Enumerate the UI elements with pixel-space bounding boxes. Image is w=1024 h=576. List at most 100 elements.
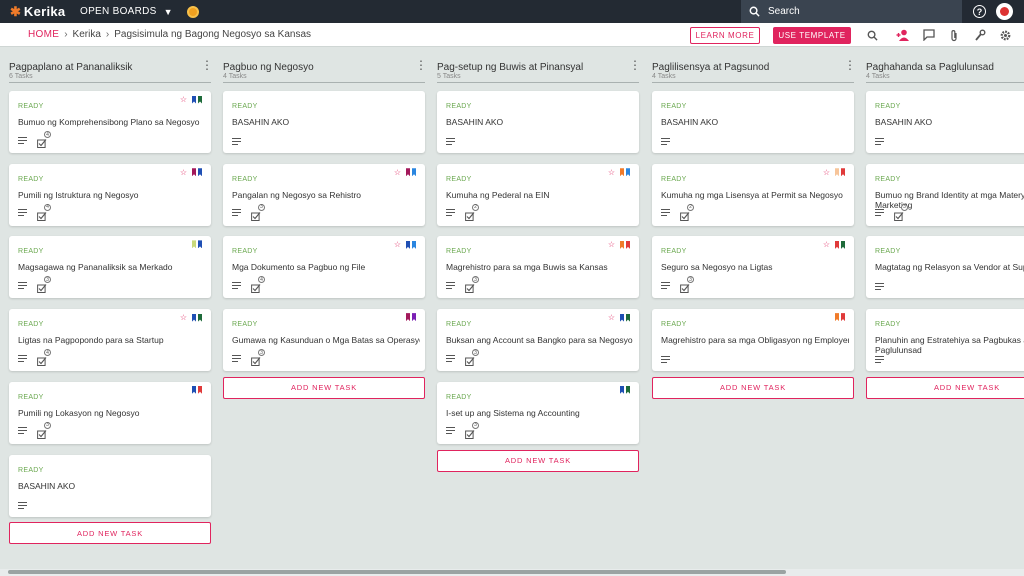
task-tags <box>833 313 845 322</box>
search-icon[interactable] <box>865 28 879 42</box>
add-new-task-button[interactable]: ADD NEW TASK <box>437 449 639 472</box>
star-icon[interactable]: ☆ <box>180 313 187 322</box>
star-icon[interactable]: ☆ <box>180 168 187 177</box>
chat-icon[interactable] <box>922 28 936 42</box>
task-status: READY <box>18 103 44 110</box>
tag-flag-icon <box>620 385 624 394</box>
add-new-task-button[interactable]: ADD NEW TASK <box>652 376 854 399</box>
checklist-count: 4 <box>44 349 51 357</box>
gear-icon[interactable] <box>998 28 1012 42</box>
checklist-icon: 3 <box>680 276 694 294</box>
column-menu-icon[interactable]: ⋮ <box>844 59 856 71</box>
add-new-task-button[interactable]: ADD NEW TASK <box>866 376 1024 399</box>
star-icon[interactable]: ☆ <box>608 168 615 177</box>
description-icon <box>446 354 455 362</box>
column-header[interactable]: Pagpaplano at Pananaliksik 6 Tasks ⋮ <box>9 57 213 83</box>
breadcrumb-item-board: Pagsisimula ng Bagong Negosyo sa Kansas <box>114 29 312 40</box>
task-footer: 3 <box>232 203 265 221</box>
task-card[interactable]: READY BASAHIN AKO <box>223 91 425 153</box>
task-card[interactable]: READY Magrehistro para sa mga Obligasyon … <box>652 309 854 372</box>
task-card[interactable]: READY Magsagawa ng Pananaliksik sa Merkad… <box>9 236 211 299</box>
task-card[interactable]: READY Pumili ng Lokasyon ng Negosyo 3 <box>9 381 211 444</box>
task-card[interactable]: READY Pumili ng Istruktura ng Negosyo ☆ 4 <box>9 163 211 226</box>
add-person-icon[interactable] <box>896 28 910 42</box>
checklist-count: 3 <box>901 203 908 211</box>
wrench-icon[interactable] <box>973 28 987 42</box>
task-footer: 3 <box>446 276 479 294</box>
board-column: Pagbuo ng Negosyo 4 Tasks ⋮ READY BASAHIN AK… <box>223 57 427 399</box>
column-task-count: 5 Tasks <box>437 73 461 80</box>
description-icon <box>18 501 27 509</box>
search-input[interactable]: Search <box>741 0 962 23</box>
task-footer: 3 <box>18 276 51 294</box>
star-icon[interactable]: ☆ <box>608 240 615 249</box>
help-icon[interactable]: ? <box>973 5 986 18</box>
breadcrumb-item-org[interactable]: Kerika <box>73 29 101 40</box>
status-sun-icon[interactable] <box>186 5 199 18</box>
checklist-icon: 3 <box>37 421 51 439</box>
add-new-task-button[interactable]: ADD NEW TASK <box>9 522 211 545</box>
star-icon[interactable]: ☆ <box>608 313 615 322</box>
task-card[interactable]: READY Magtatag ng Relasyon sa Vendor at S… <box>866 236 1024 299</box>
tag-flag-icon <box>412 313 416 322</box>
task-title: Magsagawa ng Pananaliksik sa Merkado <box>18 262 173 273</box>
use-template-button[interactable]: USE TEMPLATE <box>773 27 851 44</box>
chevron-down-icon: ▼ <box>163 6 173 17</box>
task-card[interactable]: READY Buksan ang Account sa Bangko para s… <box>437 309 639 372</box>
avatar-image <box>1000 7 1009 16</box>
tag-flag-icon <box>620 313 624 322</box>
task-card[interactable]: READY BASAHIN AKO <box>652 91 854 153</box>
horizontal-scrollbar[interactable] <box>8 570 786 574</box>
column-menu-icon[interactable]: ⋮ <box>629 59 641 71</box>
task-card[interactable]: READY Bumuo ng Komprehensibong Plano sa N… <box>9 91 211 153</box>
task-card[interactable]: READY Magrehistro para sa mga Buwis sa Ka… <box>437 236 639 299</box>
task-card[interactable]: READY BASAHIN AKO <box>437 91 639 153</box>
task-card[interactable]: READY BASAHIN AKO <box>9 454 211 517</box>
task-card[interactable]: READY Mga Dokumento sa Pagbuo ng File ☆ 4 <box>223 236 425 299</box>
star-icon[interactable]: ☆ <box>394 240 401 249</box>
star-icon[interactable]: ☆ <box>394 168 401 177</box>
column-menu-icon[interactable]: ⋮ <box>201 59 213 71</box>
task-card[interactable]: READY Kumuha ng mga Lisensya at Permit sa… <box>652 163 854 226</box>
task-card[interactable]: READY BASAHIN AKO <box>866 91 1024 153</box>
breadcrumb-home[interactable]: HOME <box>28 29 59 40</box>
checklist-count: 3 <box>258 349 265 357</box>
task-card[interactable]: READY I-set up ang Sistema ng Accounting 3 <box>437 381 639 444</box>
kerika-logo[interactable]: ✱ Kerika <box>10 4 70 20</box>
column-task-count: 4 Tasks <box>652 73 676 80</box>
star-icon[interactable]: ☆ <box>823 240 830 249</box>
learn-more-button[interactable]: LEARN MORE <box>690 27 760 44</box>
star-icon[interactable]: ☆ <box>823 168 830 177</box>
task-status: READY <box>18 248 44 256</box>
task-status: READY <box>446 393 472 401</box>
task-card[interactable]: READY Gumawa ng Kasunduan o Mga Batas sa … <box>223 309 425 372</box>
open-boards-menu[interactable]: OPEN BOARDS ▼ <box>80 6 173 17</box>
column-header[interactable]: Paglilisensya at Pagsunod 4 Tasks ⋮ <box>652 57 856 83</box>
task-card[interactable]: READY Kumuha ng Pederal na EIN ☆ 2 <box>437 163 639 226</box>
task-card[interactable]: READY Seguro sa Negosyo na Ligtas ☆ 3 <box>652 236 854 299</box>
tag-flag-icon <box>198 240 202 249</box>
task-card[interactable]: READY Bumuo ng Brand Identity at mga Mate… <box>866 163 1024 226</box>
checklist-count: 2 <box>687 203 694 211</box>
task-card[interactable]: READY Pangalan ng Negosyo sa Rehistro ☆ 3 <box>223 163 425 226</box>
column-header[interactable]: Pagbuo ng Negosyo 4 Tasks ⋮ <box>223 57 427 83</box>
task-status: READY <box>232 321 258 329</box>
task-tags <box>190 240 202 249</box>
task-title: BASAHIN AKO <box>446 117 504 127</box>
column-header[interactable]: Pag-setup ng Buwis at Pinansyal 5 Tasks ⋮ <box>437 57 641 83</box>
task-title: Pumili ng Lokasyon ng Negosyo <box>18 407 140 418</box>
attachment-icon[interactable] <box>947 28 961 42</box>
task-card[interactable]: READY Planuhin ang Estratehiya sa Pagbuka… <box>866 309 1024 372</box>
column-header[interactable]: Paghahanda sa Paglulunsad4 Tasks⋮ <box>866 57 1024 83</box>
add-new-task-button[interactable]: ADD NEW TASK <box>223 376 425 399</box>
star-icon[interactable]: ☆ <box>180 95 187 104</box>
task-status: READY <box>875 321 901 329</box>
checklist-icon: 4 <box>251 276 265 294</box>
task-card[interactable]: READY Ligtas na Pagpopondo para sa Startu… <box>9 309 211 372</box>
task-status: READY <box>18 175 44 183</box>
task-title: BASAHIN AKO <box>232 117 290 127</box>
user-avatar[interactable] <box>996 3 1013 20</box>
description-icon <box>875 138 884 145</box>
checklist-count: 2 <box>472 203 479 211</box>
column-menu-icon[interactable]: ⋮ <box>415 59 427 71</box>
